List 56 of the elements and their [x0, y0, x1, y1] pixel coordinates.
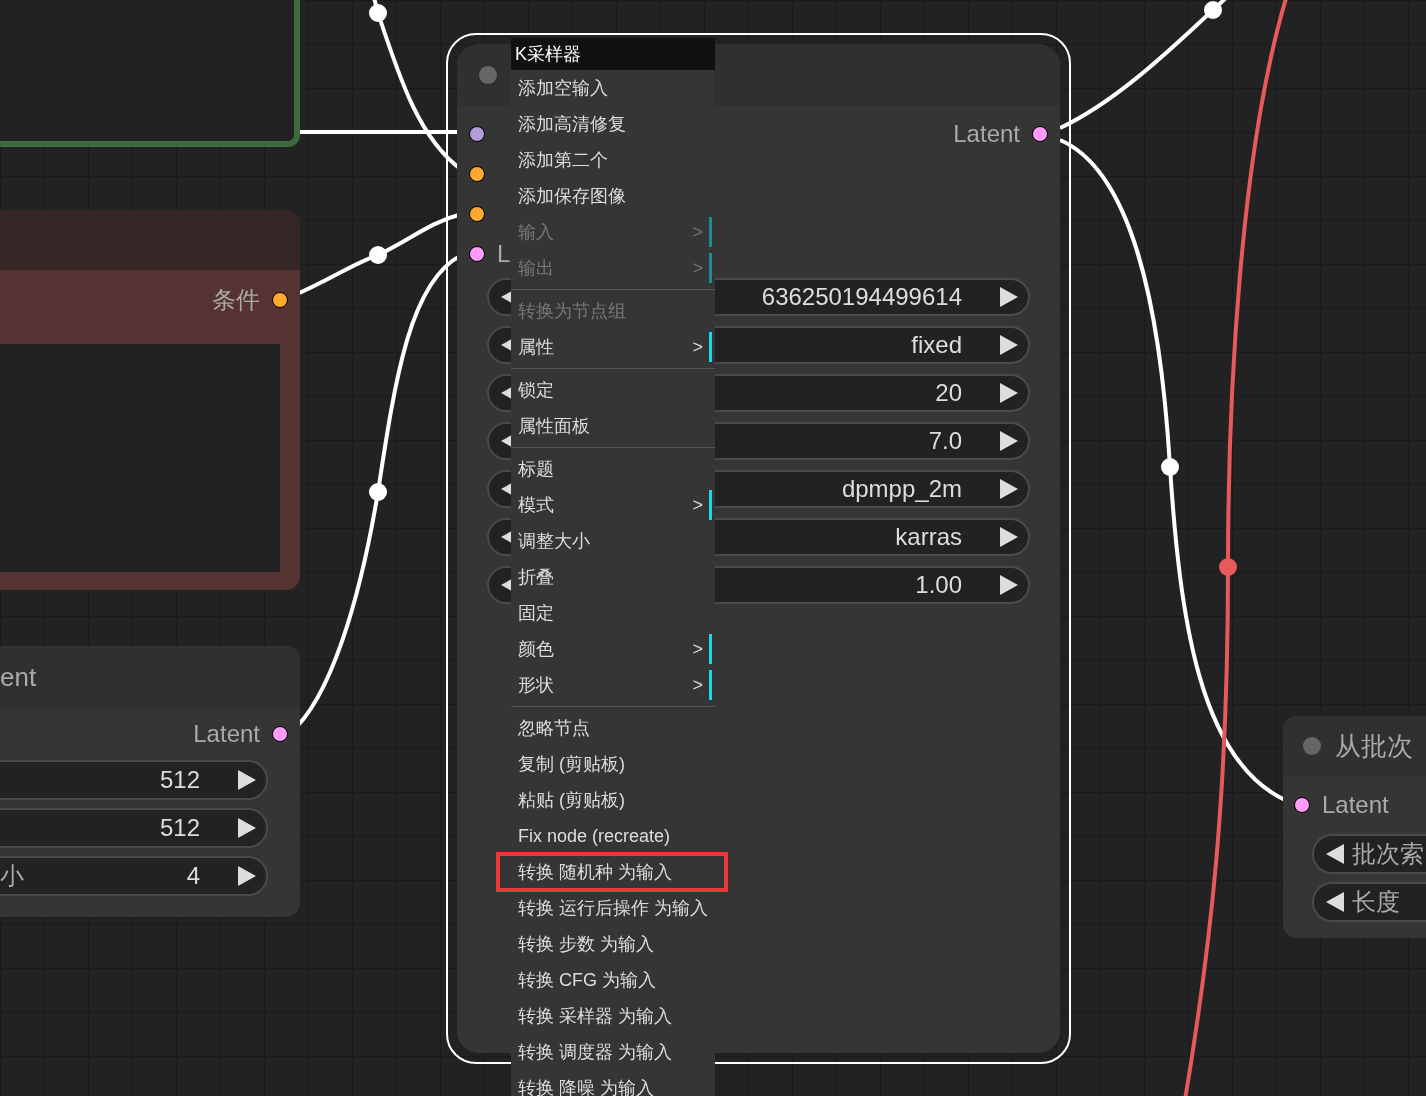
- output-label: 条件: [212, 285, 260, 315]
- menu-item[interactable]: 转换 步数 为输入: [511, 926, 715, 962]
- menu-item[interactable]: 调整大小: [511, 523, 715, 559]
- submenu-bar: [709, 634, 712, 664]
- reroute-dot[interactable]: [369, 4, 387, 22]
- submenu-bar: [709, 670, 712, 700]
- output-label: Latent: [953, 119, 1020, 149]
- menu-item[interactable]: 颜色 >: [511, 631, 715, 667]
- number-widget[interactable]: 512: [0, 808, 268, 848]
- reroute-dot[interactable]: [1204, 1, 1222, 19]
- menu-item[interactable]: 转换 随机种 为输入: [496, 852, 728, 892]
- reroute-dot[interactable]: [369, 483, 387, 501]
- right-arrow-icon: [1000, 287, 1018, 307]
- right-arrow-icon: [1000, 431, 1018, 451]
- menu-title: K采样器: [511, 38, 715, 70]
- node-title: 从批次: [1335, 729, 1413, 763]
- right-arrow-icon: [1000, 575, 1018, 595]
- reroute-dot[interactable]: [369, 246, 387, 264]
- right-arrow-icon: [1000, 383, 1018, 403]
- left-arrow-icon: [1326, 892, 1344, 912]
- menu-item[interactable]: Fix node (recreate): [511, 818, 715, 854]
- right-arrow-icon: [238, 770, 256, 790]
- reroute-dot[interactable]: [1219, 558, 1237, 576]
- menu-item[interactable]: 添加保存图像: [511, 178, 715, 214]
- number-widget[interactable]: 批次索: [1312, 834, 1426, 874]
- submenu-bar: [709, 253, 712, 283]
- menu-item[interactable]: 忽略节点: [511, 710, 715, 746]
- menu-item[interactable]: 转换 CFG 为输入: [511, 962, 715, 998]
- menu-item[interactable]: 转换 降噪 为输入: [511, 1070, 715, 1096]
- menu-item[interactable]: 转换 运行后操作 为输入: [511, 890, 715, 926]
- menu-item[interactable]: 添加空输入: [511, 70, 715, 106]
- input-label: L: [497, 239, 511, 269]
- menu-item[interactable]: 转换 采样器 为输入: [511, 998, 715, 1034]
- menu-item[interactable]: 形状 >: [511, 667, 715, 703]
- number-widget[interactable]: 长度: [1312, 882, 1426, 922]
- menu-item[interactable]: 添加第二个: [511, 142, 715, 178]
- reroute-dot[interactable]: [1161, 458, 1179, 476]
- submenu-bar: [709, 490, 712, 520]
- number-widget[interactable]: 512: [0, 760, 268, 800]
- number-widget[interactable]: 小 4: [0, 856, 268, 896]
- menu-item[interactable]: 锁定: [511, 372, 715, 408]
- right-arrow-icon: [238, 866, 256, 886]
- menu-item[interactable]: 粘贴 (剪贴板): [511, 782, 715, 818]
- submenu-bar: [709, 217, 712, 247]
- output-label: Latent: [193, 719, 260, 749]
- left-arrow-icon: [1326, 844, 1344, 864]
- menu-item[interactable]: 属性 >: [511, 329, 715, 365]
- right-arrow-icon: [1000, 527, 1018, 547]
- right-arrow-icon: [238, 818, 256, 838]
- right-arrow-icon: [1000, 335, 1018, 355]
- submenu-bar: [709, 332, 712, 362]
- right-arrow-icon: [1000, 479, 1018, 499]
- menu-item[interactable]: 复制 (剪贴板): [511, 746, 715, 782]
- menu-item[interactable]: 添加高清修复: [511, 106, 715, 142]
- node-title: ent: [0, 664, 37, 690]
- input-label: Latent: [1322, 790, 1389, 820]
